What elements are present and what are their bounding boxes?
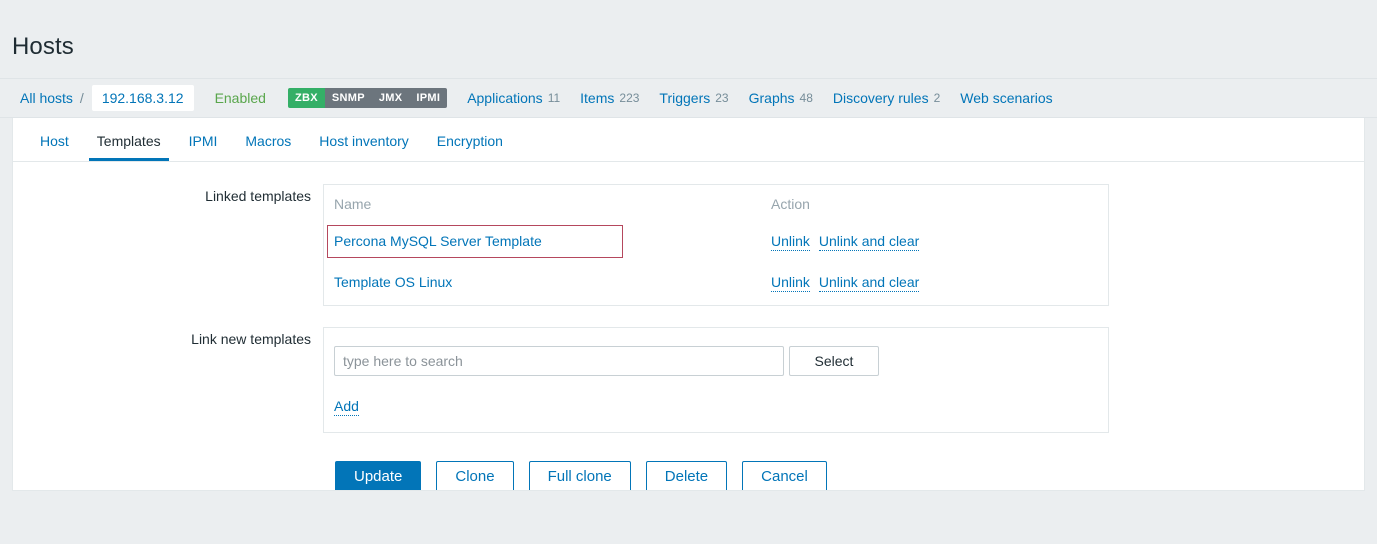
entity-link-count: 23: [715, 91, 729, 106]
unlink-and-clear-link[interactable]: Unlink and clear: [818, 274, 920, 293]
form-tabs: Host Templates IPMI Macros Host inventory Enc…: [13, 118, 1364, 163]
unlink-link[interactable]: Unlink: [771, 274, 810, 293]
column-header-name: Name: [334, 196, 372, 213]
entity-link-label[interactable]: Discovery rules: [833, 90, 929, 106]
breadcrumb-host-name[interactable]: 192.168.3.12: [91, 85, 194, 112]
form-action-buttons: Update Clone Full clone Delete Cancel: [323, 461, 1364, 491]
content-panel: Host Templates IPMI Macros Host inventory Enc…: [12, 118, 1365, 492]
tab-templates[interactable]: Templates: [83, 133, 175, 162]
host-entity-links: Applications 11 Items 223 Triggers 23 Graphs 48…: [447, 90, 1052, 106]
full-clone-button[interactable]: Full clone: [528, 461, 631, 491]
column-header-action: Action: [771, 196, 810, 213]
entity-link-label[interactable]: Web scenarios: [960, 90, 1052, 106]
linked-templates-row: Linked templates Name Action Percona MyS…: [13, 184, 1364, 307]
interface-badge-jmx: JMX: [371, 88, 410, 109]
entity-link-discovery-rules[interactable]: Discovery rules 2: [833, 90, 940, 106]
template-name-cell: Template OS Linux: [334, 271, 768, 293]
link-new-templates-label: Link new templates: [191, 331, 311, 348]
breadcrumb: All hosts / 192.168.3.12 Enabled ZBX SNMP…: [0, 78, 1377, 119]
unlink-and-clear-link[interactable]: Unlink and clear: [818, 233, 920, 252]
table-row: Percona MySQL Server Template Unlink Unlin…: [327, 225, 1098, 271]
entity-link-graphs[interactable]: Graphs 48: [749, 90, 813, 106]
breadcrumb-all-hosts-link[interactable]: All hosts: [20, 90, 73, 106]
interface-badge-zbx: ZBX: [287, 88, 325, 109]
template-multiselect: Select: [334, 346, 1096, 377]
table-row: Template OS Linux Unlink Unlink and clear: [334, 271, 1098, 293]
clone-button[interactable]: Clone: [436, 461, 514, 491]
tab-host-inventory[interactable]: Host inventory: [305, 133, 422, 161]
linked-templates-field: Name Action Percona MySQL Server Templat…: [323, 184, 1364, 307]
link-new-templates-row: Link new templates Select Add: [13, 327, 1364, 434]
entity-link-count: 48: [799, 91, 813, 106]
link-new-templates-field: Select Add: [323, 327, 1364, 434]
tab-encryption[interactable]: Encryption: [423, 133, 517, 161]
entity-link-label[interactable]: Triggers: [659, 90, 710, 106]
template-name-highlight: Percona MySQL Server Template: [327, 225, 623, 259]
link-new-templates-box: Select Add: [323, 327, 1109, 434]
entity-link-label[interactable]: Items: [580, 90, 614, 106]
tab-ipmi[interactable]: IPMI: [175, 133, 232, 161]
template-action-cell: Unlink Unlink and clear: [768, 271, 1098, 293]
linked-templates-body: Percona MySQL Server Template Unlink Unlin…: [327, 225, 1098, 293]
entity-link-web-scenarios[interactable]: Web scenarios: [960, 90, 1052, 106]
select-templates-button[interactable]: Select: [789, 346, 879, 377]
breadcrumb-separator: /: [79, 90, 84, 107]
entity-link-count: 223: [619, 91, 640, 106]
entity-link-applications[interactable]: Applications 11: [467, 90, 560, 106]
entity-link-triggers[interactable]: Triggers 23: [659, 90, 728, 106]
entity-link-count: 11: [547, 91, 561, 106]
template-name-cell: Percona MySQL Server Template: [327, 225, 768, 271]
table-header-row: Name Action: [334, 195, 1098, 226]
cancel-button[interactable]: Cancel: [742, 461, 827, 491]
template-action-cell: Unlink Unlink and clear: [768, 226, 1098, 271]
entity-link-label[interactable]: Graphs: [749, 90, 795, 106]
template-name-link[interactable]: Percona MySQL Server Template: [334, 233, 542, 249]
linked-templates-box: Name Action Percona MySQL Server Templat…: [323, 184, 1109, 307]
tab-macros[interactable]: Macros: [231, 133, 305, 161]
entity-link-count: 2: [933, 91, 941, 106]
interface-badge-snmp: SNMP: [324, 88, 372, 109]
unlink-link[interactable]: Unlink: [771, 233, 810, 252]
templates-form: Linked templates Name Action Percona MyS…: [13, 162, 1364, 491]
linked-templates-table: Name Action Percona MySQL Server Templat…: [327, 195, 1098, 293]
template-search-input[interactable]: [334, 346, 784, 377]
add-template-link[interactable]: Add: [334, 398, 359, 417]
template-name-link[interactable]: Template OS Linux: [334, 274, 452, 290]
interface-badge-ipmi: IPMI: [409, 88, 448, 109]
entity-link-label[interactable]: Applications: [467, 90, 543, 106]
entity-link-items[interactable]: Items 223: [580, 90, 639, 106]
update-button[interactable]: Update: [335, 461, 422, 491]
interface-availability-badges: ZBX SNMP JMX IPMI: [287, 88, 448, 109]
delete-button[interactable]: Delete: [645, 461, 728, 491]
page-title: Hosts: [12, 33, 74, 61]
host-status-label[interactable]: Enabled: [215, 90, 266, 106]
linked-templates-label: Linked templates: [205, 188, 311, 205]
tab-host[interactable]: Host: [26, 133, 83, 161]
